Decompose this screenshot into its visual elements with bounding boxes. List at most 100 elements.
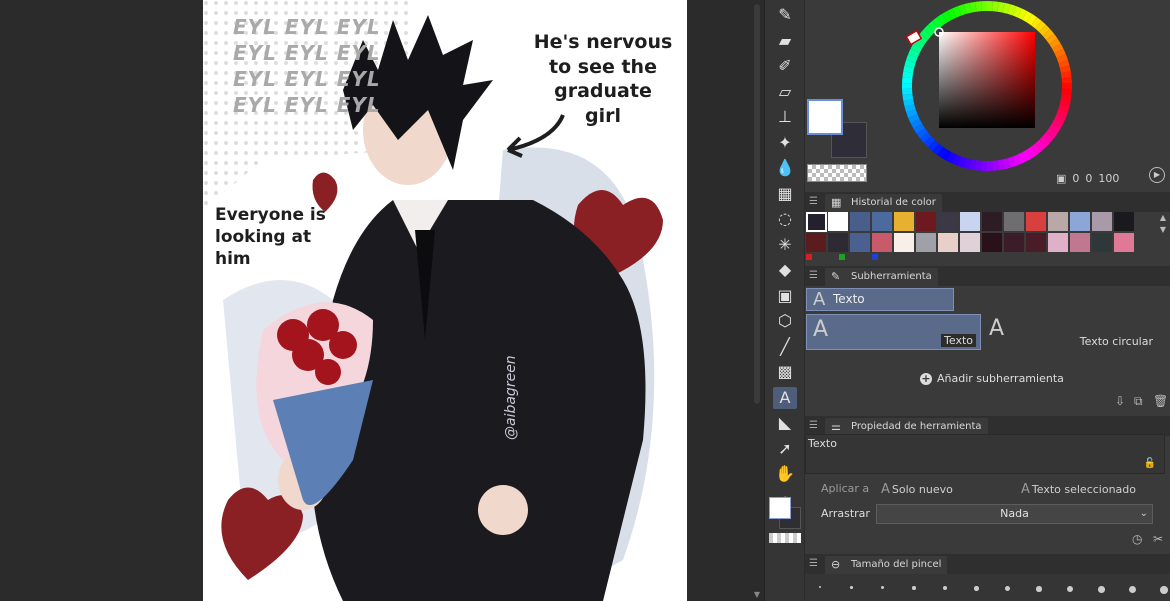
toolbar-main-color[interactable] bbox=[769, 497, 791, 519]
subtool-header: ☰ ✎ Subherramienta bbox=[805, 266, 1170, 286]
text-tool-icon[interactable]: A bbox=[773, 386, 797, 409]
frame-tool-icon[interactable]: ◣ bbox=[773, 412, 797, 434]
color-history-swatch[interactable] bbox=[872, 212, 893, 232]
subtool-group-text[interactable]: A Texto bbox=[806, 288, 954, 311]
color-history-swatch[interactable] bbox=[982, 233, 1003, 253]
color-history-swatch[interactable] bbox=[916, 212, 937, 232]
eraser-tool-icon[interactable]: ▱ bbox=[773, 81, 797, 103]
color-history-swatch[interactable] bbox=[1004, 212, 1025, 232]
operation-tool-icon[interactable]: ➚ bbox=[773, 438, 797, 460]
color-history-swatch[interactable] bbox=[1026, 212, 1047, 232]
decoration-tool-icon[interactable]: ✦ bbox=[773, 132, 797, 154]
brush-size-preset[interactable] bbox=[1098, 586, 1105, 593]
brush-size-presets[interactable] bbox=[805, 574, 1170, 601]
eyl-pattern-text: EYL EYL EYL EYL EYL EYL EYL EYL EYL EYL … bbox=[233, 15, 381, 117]
panel-grip-icon[interactable]: ☰ bbox=[809, 554, 818, 574]
color-history-swatch[interactable] bbox=[894, 212, 915, 232]
canvas-scrollbar[interactable]: ▼ bbox=[752, 0, 762, 601]
color-history-swatch[interactable] bbox=[1026, 233, 1047, 253]
trash-icon[interactable]: 🗑 bbox=[1153, 394, 1168, 408]
clock-icon[interactable]: ◷ bbox=[1132, 532, 1142, 546]
airbrush-tool-icon[interactable]: ⊥ bbox=[773, 106, 797, 128]
fill-tool-icon[interactable]: ◆ bbox=[773, 259, 797, 281]
color-history-swatch[interactable] bbox=[1070, 212, 1091, 232]
brush-size-preset[interactable] bbox=[1129, 586, 1136, 593]
color-history-swatch[interactable] bbox=[960, 233, 981, 253]
pen-tool-icon[interactable]: ✎ bbox=[773, 4, 797, 26]
tab-color-history[interactable]: ▦ Historial de color bbox=[825, 194, 942, 212]
artwork-canvas[interactable]: EYL EYL EYL EYL EYL EYL EYL EYL EYL EYL … bbox=[203, 0, 687, 601]
auto-select-icon[interactable]: ✳ bbox=[773, 234, 797, 256]
brush-size-preset[interactable] bbox=[1067, 586, 1073, 592]
brush-size-preset[interactable] bbox=[912, 586, 916, 590]
lock-icon[interactable]: 🔓 bbox=[1144, 458, 1156, 469]
blend-tool-icon[interactable]: 💧 bbox=[773, 157, 797, 179]
color-history-swatch[interactable] bbox=[1048, 212, 1069, 232]
brush-size-preset[interactable] bbox=[1160, 586, 1168, 594]
transparent-color-swatch[interactable] bbox=[807, 164, 867, 182]
tab-brush-size[interactable]: ⊖ Tamaño del pincel bbox=[825, 556, 948, 574]
apply-new-only-option[interactable]: A Solo nuevo bbox=[881, 482, 953, 497]
gradient-tool-icon[interactable]: ▣ bbox=[773, 285, 797, 307]
panel-grip-icon[interactable]: ☰ bbox=[809, 416, 818, 436]
color-history-swatch[interactable] bbox=[806, 212, 827, 232]
color-indicator bbox=[872, 254, 878, 260]
color-mode-toggle-icon[interactable]: ▶ bbox=[1149, 167, 1165, 183]
color-history-swatch[interactable] bbox=[828, 233, 849, 253]
brush-size-preset[interactable] bbox=[1036, 586, 1042, 592]
color-wheel[interactable] bbox=[897, 0, 1077, 172]
tab-subtool[interactable]: ✎ Subherramienta bbox=[825, 268, 938, 286]
color-history-swatch[interactable] bbox=[1070, 233, 1091, 253]
brush-size-preset[interactable] bbox=[850, 586, 853, 589]
color-history-swatch[interactable] bbox=[828, 212, 849, 232]
color-history-palette bbox=[805, 212, 1165, 262]
color-history-swatch[interactable] bbox=[1048, 233, 1069, 253]
apply-to-label: Aplicar a bbox=[821, 482, 870, 495]
toolbar-transparent-color[interactable] bbox=[769, 533, 801, 543]
color-history-swatch[interactable] bbox=[938, 212, 959, 232]
line-tool-icon[interactable]: ╱ bbox=[773, 336, 797, 358]
palette-icon: ▦ bbox=[831, 196, 842, 209]
main-color-swatch[interactable] bbox=[807, 99, 843, 135]
color-history-swatch[interactable] bbox=[1092, 212, 1113, 232]
panel-grip-icon[interactable]: ☰ bbox=[809, 192, 818, 212]
color-history-swatch[interactable] bbox=[938, 233, 959, 253]
pencil-tool-icon[interactable]: ✐ bbox=[773, 55, 797, 77]
color-history-swatch[interactable] bbox=[1092, 233, 1113, 253]
add-subtool-button[interactable]: + Añadir subherramienta bbox=[920, 372, 1064, 385]
brush-size-preset[interactable] bbox=[1005, 586, 1010, 591]
wrench-icon[interactable]: ✂ bbox=[1153, 532, 1163, 546]
scroll-down-arrow-icon[interactable]: ▼ bbox=[752, 590, 762, 599]
color-history-swatch[interactable] bbox=[982, 212, 1003, 232]
brush-size-preset[interactable] bbox=[881, 586, 884, 589]
lasso-tool-icon[interactable]: ◌ bbox=[773, 208, 797, 230]
panel-grip-icon[interactable]: ☰ bbox=[809, 266, 818, 286]
3d-object-icon[interactable]: ⬡ bbox=[773, 310, 797, 332]
brush-size-preset[interactable] bbox=[974, 586, 979, 591]
brush-tool-icon[interactable]: ▰ bbox=[773, 30, 797, 52]
color-history-swatch[interactable] bbox=[850, 233, 871, 253]
duplicate-icon[interactable]: ⧉ bbox=[1134, 394, 1143, 409]
brush-size-preset[interactable] bbox=[943, 586, 947, 590]
hand-tool-icon[interactable]: ✋ bbox=[773, 463, 797, 485]
color-history-swatch[interactable] bbox=[1114, 212, 1135, 232]
color-history-swatch[interactable] bbox=[1114, 233, 1135, 253]
grid-tool-icon[interactable]: ▦ bbox=[773, 183, 797, 205]
palette-scroll[interactable]: ▲ ▼ bbox=[1157, 212, 1169, 250]
color-history-swatch[interactable] bbox=[806, 233, 827, 253]
color-history-swatch[interactable] bbox=[960, 212, 981, 232]
color-history-swatch[interactable] bbox=[1004, 233, 1025, 253]
canvas-area[interactable]: EYL EYL EYL EYL EYL EYL EYL EYL EYL EYL … bbox=[0, 0, 750, 601]
subtool-text[interactable]: A Texto bbox=[806, 314, 981, 350]
scrollbar-thumb[interactable] bbox=[754, 4, 760, 404]
brush-size-preset[interactable] bbox=[819, 586, 821, 588]
color-history-swatch[interactable] bbox=[872, 233, 893, 253]
color-history-swatch[interactable] bbox=[894, 233, 915, 253]
color-history-swatch[interactable] bbox=[916, 233, 937, 253]
subtool-circular-text[interactable]: A Texto circular bbox=[983, 314, 1157, 350]
drag-select[interactable]: Nada ⌄ bbox=[876, 504, 1153, 524]
import-icon[interactable]: ⇩ bbox=[1115, 394, 1125, 408]
apply-selected-text-option[interactable]: A Texto seleccionado bbox=[1021, 482, 1136, 497]
tone-tool-icon[interactable]: ▩ bbox=[773, 361, 797, 383]
color-history-swatch[interactable] bbox=[850, 212, 871, 232]
